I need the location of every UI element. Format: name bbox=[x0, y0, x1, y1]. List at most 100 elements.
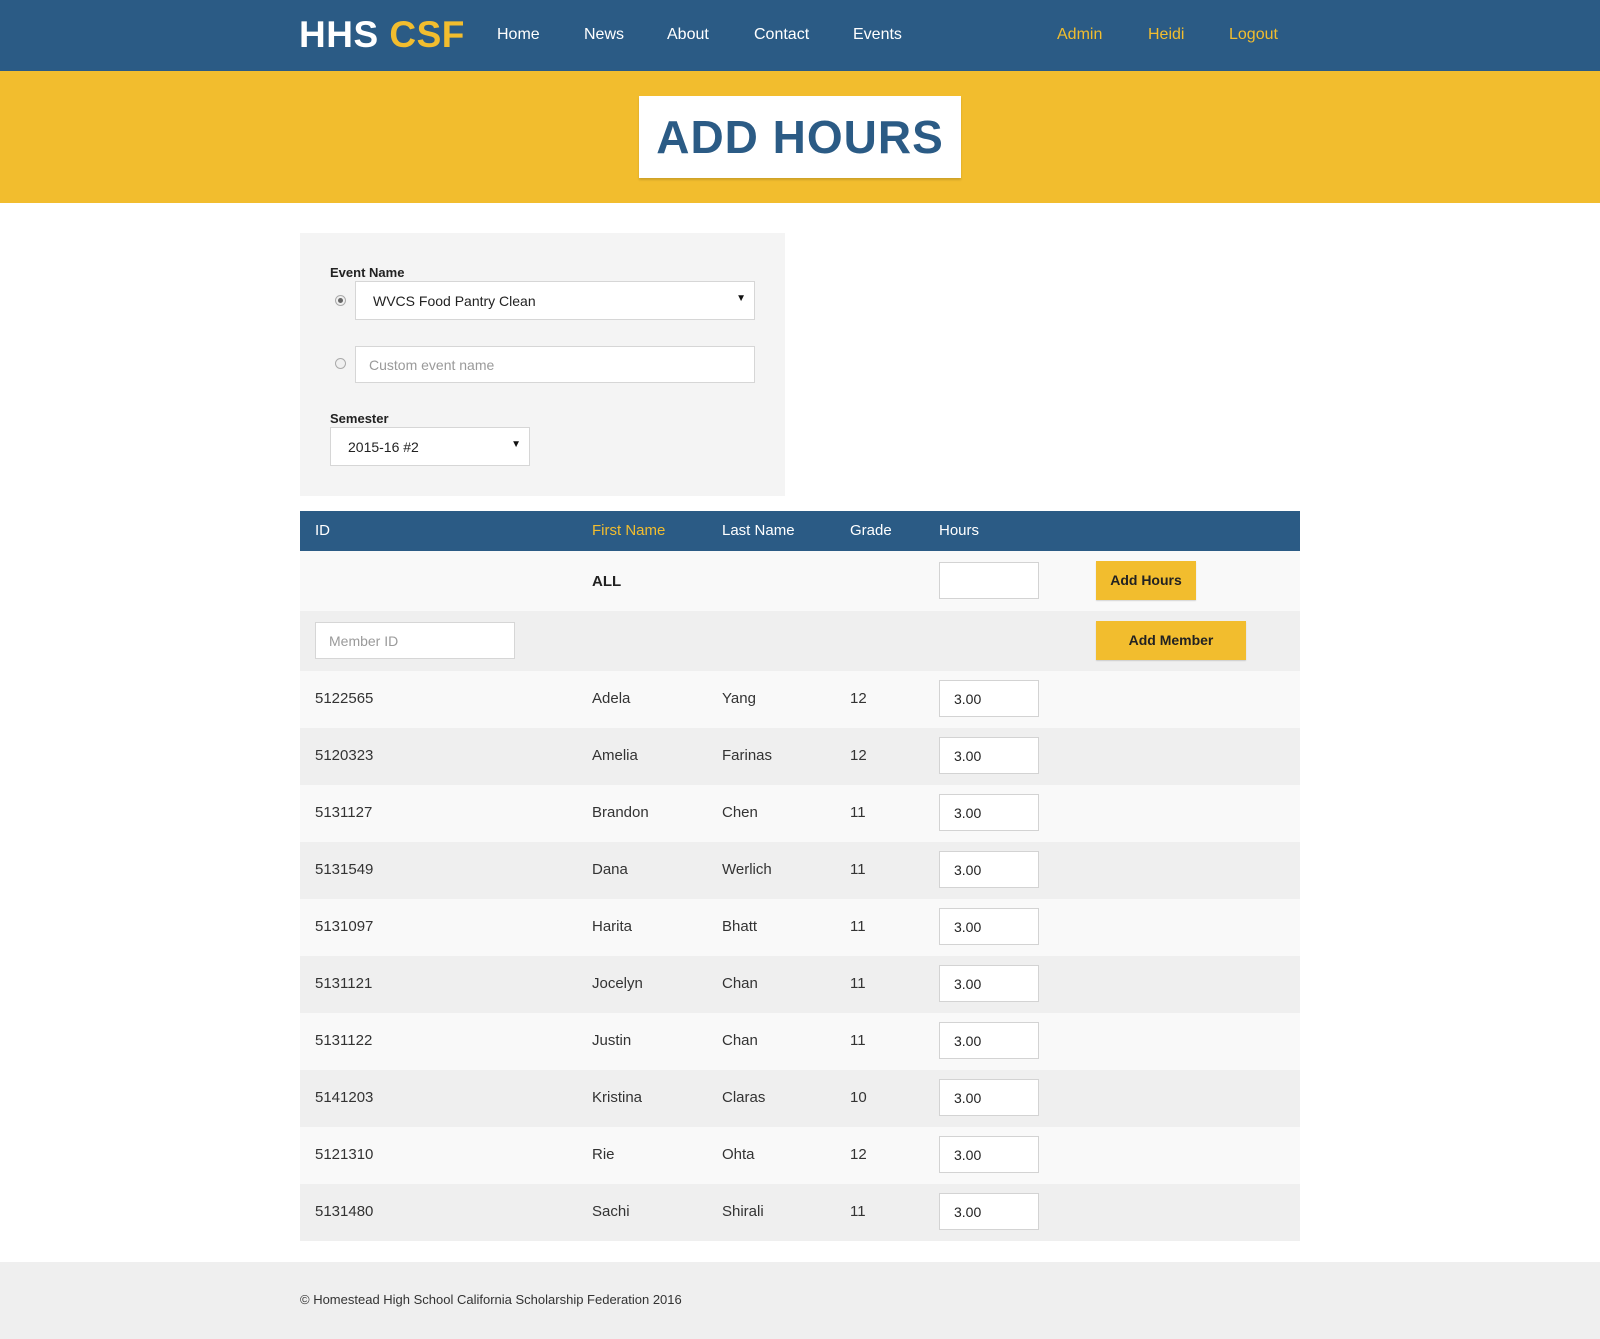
member-grade: 11 bbox=[850, 918, 866, 935]
member-id: 5131127 bbox=[315, 804, 373, 821]
header-id[interactable]: ID bbox=[315, 522, 330, 539]
member-last-name: Werlich bbox=[722, 861, 772, 878]
member-grade: 12 bbox=[850, 1146, 867, 1163]
header-last-name[interactable]: Last Name bbox=[722, 522, 795, 539]
table-header: ID First Name Last Name Grade Hours bbox=[300, 511, 1300, 551]
nav-logout[interactable]: Logout bbox=[1229, 24, 1278, 46]
member-first-name: Adela bbox=[592, 690, 631, 707]
member-first-name: Brandon bbox=[592, 804, 649, 821]
nav-about[interactable]: About bbox=[667, 24, 709, 46]
member-id: 5131122 bbox=[315, 1032, 373, 1049]
member-grade: 11 bbox=[850, 1203, 866, 1220]
member-last-name: Claras bbox=[722, 1089, 766, 1106]
member-first-name: Rie bbox=[592, 1146, 615, 1163]
member-hours-value: 3.00 bbox=[954, 691, 982, 707]
nav-user-heidi[interactable]: Heidi bbox=[1148, 24, 1184, 46]
member-id: 5131480 bbox=[315, 1203, 374, 1220]
table-row: 5141203 Kristina Claras 10 3.00 bbox=[300, 1070, 1300, 1127]
event-form-panel: Event Name WVCS Food Pantry Clean ▼ Cust… bbox=[300, 233, 785, 496]
member-grade: 12 bbox=[850, 690, 867, 707]
brand-part-2: CSF bbox=[389, 14, 465, 55]
member-hours-value: 3.00 bbox=[954, 976, 982, 992]
member-hours-input[interactable]: 3.00 bbox=[939, 1193, 1039, 1230]
page-title: ADD HOURS bbox=[656, 111, 944, 163]
member-hours-input[interactable]: 3.00 bbox=[939, 737, 1039, 774]
page-title-box: ADD HOURS bbox=[639, 96, 961, 178]
member-last-name: Chan bbox=[722, 1032, 758, 1049]
member-id: 5131097 bbox=[315, 918, 374, 935]
table-row: 5131127 Brandon Chen 11 3.00 bbox=[300, 785, 1300, 842]
member-first-name: Kristina bbox=[592, 1089, 643, 1106]
all-hours-input[interactable] bbox=[939, 562, 1039, 599]
member-hours-value: 3.00 bbox=[954, 1204, 982, 1220]
custom-event-placeholder: Custom event name bbox=[369, 357, 495, 373]
header-first-name[interactable]: First Name bbox=[592, 522, 665, 539]
member-id: 5141203 bbox=[315, 1089, 374, 1106]
header-grade[interactable]: Grade bbox=[850, 522, 892, 539]
member-id: 5131549 bbox=[315, 861, 374, 878]
member-grade: 11 bbox=[850, 804, 866, 821]
custom-event-input[interactable]: Custom event name bbox=[355, 346, 755, 383]
member-first-name: Jocelyn bbox=[592, 975, 643, 992]
member-hours-input[interactable]: 3.00 bbox=[939, 680, 1039, 717]
member-hours-input[interactable]: 3.00 bbox=[939, 908, 1039, 945]
table-row: 5131480 Sachi Shirali 11 3.00 bbox=[300, 1184, 1300, 1241]
member-first-name: Justin bbox=[592, 1032, 632, 1049]
all-members-row: ALL Add Hours bbox=[300, 551, 1300, 611]
header-hours[interactable]: Hours bbox=[939, 522, 979, 539]
member-id: 5120323 bbox=[315, 747, 374, 764]
member-hours-value: 3.00 bbox=[954, 862, 982, 878]
member-id-input[interactable]: Member ID bbox=[315, 622, 515, 659]
member-last-name: Ohta bbox=[722, 1146, 755, 1163]
member-hours-input[interactable]: 3.00 bbox=[939, 1136, 1039, 1173]
footer-copyright: © Homestead High School California Schol… bbox=[300, 1292, 682, 1307]
add-member-row: Member ID Add Member bbox=[300, 611, 1300, 671]
semester-selected: 2015-16 #2 bbox=[348, 439, 419, 455]
member-hours-value: 3.00 bbox=[954, 1090, 982, 1106]
member-grade: 12 bbox=[850, 747, 867, 764]
member-id: 5121310 bbox=[315, 1146, 374, 1163]
brand-part-1: HHS bbox=[299, 14, 379, 55]
member-grade: 11 bbox=[850, 1032, 866, 1049]
caret-down-icon: ▼ bbox=[736, 293, 746, 304]
nav-news[interactable]: News bbox=[584, 24, 624, 46]
nav-contact[interactable]: Contact bbox=[754, 24, 809, 46]
nav-home[interactable]: Home bbox=[497, 24, 540, 46]
custom-event-radio[interactable] bbox=[335, 358, 346, 369]
member-first-name: Sachi bbox=[592, 1203, 630, 1220]
member-last-name: Shirali bbox=[722, 1203, 764, 1220]
member-last-name: Bhatt bbox=[722, 918, 758, 935]
event-select-radio[interactable] bbox=[335, 295, 346, 306]
table-row: 5131097 Harita Bhatt 11 3.00 bbox=[300, 899, 1300, 956]
member-grade: 11 bbox=[850, 861, 866, 878]
member-hours-input[interactable]: 3.00 bbox=[939, 1022, 1039, 1059]
table-row: 5122565 Adela Yang 12 3.00 bbox=[300, 671, 1300, 728]
member-hours-input[interactable]: 3.00 bbox=[939, 794, 1039, 831]
page-header-banner: ADD HOURS bbox=[0, 71, 1600, 203]
table-row: 5131122 Justin Chan 11 3.00 bbox=[300, 1013, 1300, 1070]
add-member-button[interactable]: Add Member bbox=[1096, 621, 1246, 660]
member-hours-input[interactable]: 3.00 bbox=[939, 851, 1039, 888]
event-name-label: Event Name bbox=[330, 265, 405, 280]
semester-select[interactable]: 2015-16 #2 ▼ bbox=[330, 427, 530, 466]
member-hours-input[interactable]: 3.00 bbox=[939, 1079, 1039, 1116]
member-first-name: Dana bbox=[592, 861, 628, 878]
member-last-name: Yang bbox=[722, 690, 756, 707]
member-last-name: Farinas bbox=[722, 747, 773, 764]
semester-label: Semester bbox=[330, 411, 389, 426]
member-hours-value: 3.00 bbox=[954, 919, 982, 935]
caret-down-icon: ▼ bbox=[511, 439, 521, 450]
member-last-name: Chen bbox=[722, 804, 758, 821]
brand-logo[interactable]: HHS CSF bbox=[299, 14, 465, 56]
member-id: 5122565 bbox=[315, 690, 374, 707]
nav-events[interactable]: Events bbox=[853, 24, 902, 46]
table-row: 5120323 Amelia Farinas 12 3.00 bbox=[300, 728, 1300, 785]
all-label: ALL bbox=[592, 573, 622, 590]
nav-admin[interactable]: Admin bbox=[1057, 24, 1102, 46]
member-hours-input[interactable]: 3.00 bbox=[939, 965, 1039, 1002]
member-grade: 11 bbox=[850, 975, 866, 992]
event-name-select[interactable]: WVCS Food Pantry Clean ▼ bbox=[355, 281, 755, 320]
member-hours-value: 3.00 bbox=[954, 805, 982, 821]
add-hours-button[interactable]: Add Hours bbox=[1096, 561, 1196, 600]
member-id: 5131121 bbox=[315, 975, 373, 992]
